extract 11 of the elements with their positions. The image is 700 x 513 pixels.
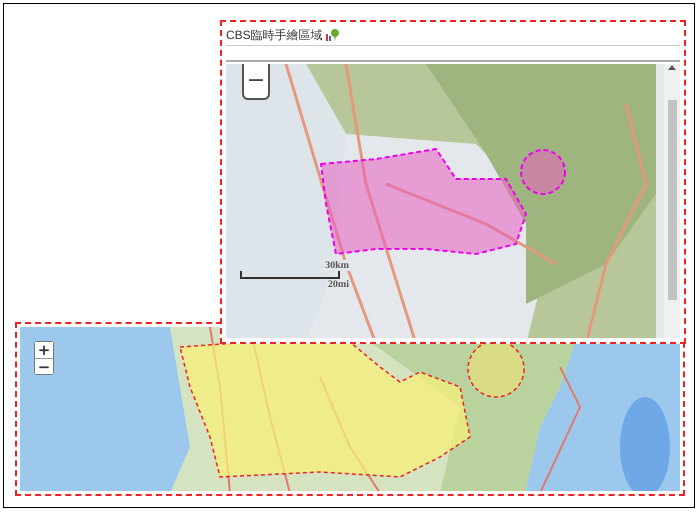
panel-title: CBS臨時手繪區域 [226, 26, 323, 44]
scrollbar[interactable] [664, 64, 680, 338]
pin-icon [324, 28, 339, 42]
zoom-in-button[interactable]: + [35, 342, 53, 358]
zoom-out-button[interactable]: − [242, 64, 270, 100]
drawn-region-circle [520, 149, 566, 195]
zoom-out-button[interactable]: − [35, 358, 53, 374]
scroll-up-icon[interactable] [668, 64, 676, 70]
scrollbar-thumb[interactable] [668, 100, 676, 300]
scale-imperial-label: 20mi [326, 279, 350, 290]
scale-metric-label: 30km [324, 260, 350, 271]
